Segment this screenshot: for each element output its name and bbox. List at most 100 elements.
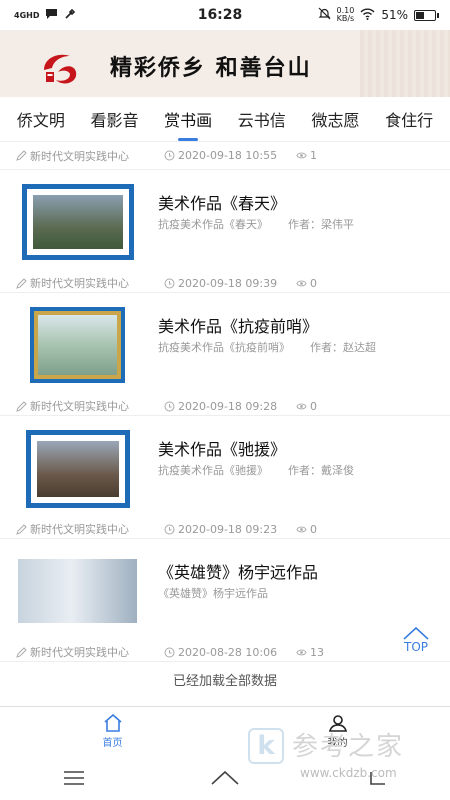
meta-date-text: 2020-08-28 10:06 (178, 645, 278, 659)
list-item-meta: 新时代文明实践中心 2020-09-18 10:55 1 (0, 142, 450, 170)
list-item[interactable]: 《英雄赞》杨宇远作品 《英雄赞》杨宇远作品 新时代文明实践中心 2020-08-… (0, 539, 450, 662)
message-icon (45, 8, 58, 23)
battery-icon (414, 9, 439, 21)
meta-source-text: 新时代文明实践中心 (30, 523, 129, 536)
clock-icon (164, 401, 175, 411)
edit-icon (16, 150, 27, 161)
item-author: 作者：梁伟平 (288, 218, 354, 231)
eye-icon (296, 526, 307, 532)
meta-views-text: 0 (310, 276, 317, 290)
meta-views: 1 (296, 149, 317, 162)
artwork-thumbnail[interactable] (30, 307, 125, 383)
list-item-meta: 新时代文明实践中心 2020-08-28 10:06 13 (0, 642, 450, 662)
list-item[interactable]: 美术作品《驰援》 抗疫美术作品《驰援》 作者：戴泽俊 新时代文明实践中心 2020… (0, 416, 450, 539)
clock-icon (164, 278, 175, 288)
list-item-meta: 新时代文明实践中心 2020-09-18 09:39 0 (0, 273, 450, 293)
list-item[interactable]: 美术作品《春天》 抗疫美术作品《春天》 作者：梁伟平 新时代文明实践中心 2020… (0, 170, 450, 293)
user-icon (328, 715, 347, 732)
category-tabs: 侨文明 看影音 赏书画 云书信 微志愿 食住行 (0, 97, 450, 142)
tab-shi-zhuxing[interactable]: 食住行 (383, 101, 435, 137)
item-author: 作者：赵达超 (310, 341, 376, 354)
item-desc: 抗疫美术作品《抗疫前哨》 (158, 341, 290, 354)
taishan-logo (44, 54, 77, 84)
banner-building-image (360, 30, 450, 97)
artwork-list: 新时代文明实践中心 2020-09-18 10:55 1 美术作品《春天》 抗疫… (0, 142, 450, 706)
chevron-up-icon (403, 626, 429, 640)
meta-date-text: 2020-09-18 09:28 (178, 399, 278, 413)
eye-icon (296, 152, 307, 159)
item-desc: 《英雄赞》杨宇远作品 (158, 587, 268, 600)
artwork-thumbnail[interactable] (22, 184, 134, 260)
status-right: 0.10 KB/s 51% (286, 7, 439, 23)
tab-kan-yingyin[interactable]: 看影音 (88, 101, 140, 137)
menu-icon[interactable] (63, 771, 85, 785)
top-label: TOP (403, 640, 428, 654)
meta-source: 新时代文明实践中心 (16, 148, 164, 164)
meta-date: 2020-09-18 10:55 (164, 149, 296, 162)
status-bar: 4GHD 16:28 0.10 KB/s 51% (0, 0, 450, 30)
wifi-icon (360, 8, 375, 23)
home-icon (103, 714, 122, 732)
mute-icon (318, 7, 331, 23)
load-all-text: 已经加载全部数据 (172, 674, 277, 689)
item-author: 作者：戴泽俊 (288, 464, 354, 477)
eye-icon (296, 280, 307, 286)
back-icon[interactable] (365, 770, 387, 786)
item-title[interactable]: 《英雄赞》杨宇远作品 (158, 559, 318, 583)
item-subtitle: 《英雄赞》杨宇远作品 (158, 585, 268, 601)
eye-icon (296, 649, 307, 655)
tab-qiao-wenming[interactable]: 侨文明 (15, 101, 67, 137)
tab-yun-shuxin[interactable]: 云书信 (236, 101, 288, 137)
meta-views-text: 0 (310, 522, 317, 536)
eye-icon (296, 403, 307, 409)
item-title[interactable]: 美术作品《抗疫前哨》 (158, 313, 318, 337)
clock-icon (164, 647, 175, 657)
meta-views-text: 1 (310, 149, 317, 162)
meta-source-text: 新时代文明实践中心 (30, 277, 129, 290)
battery-fill (416, 11, 425, 19)
meta-source-text: 新时代文明实践中心 (30, 646, 129, 659)
list-item-meta: 新时代文明实践中心 2020-09-18 09:28 0 (0, 396, 450, 416)
item-desc: 抗疫美术作品《驰援》 (158, 464, 268, 477)
meta-source-text: 新时代文明实践中心 (30, 400, 129, 413)
artwork-thumbnail[interactable] (18, 559, 137, 623)
nav-home[interactable]: 首页 (0, 707, 225, 756)
network-indicator: 4GHD (14, 10, 40, 20)
battery-percent: 51% (381, 8, 408, 22)
tab-shang-shuhua[interactable]: 赏书画 (162, 101, 214, 137)
tab-wei-zhiyuan[interactable]: 微志愿 (309, 101, 361, 137)
status-left: 4GHD (14, 8, 164, 23)
nav-mine[interactable]: 我的 (225, 707, 450, 756)
clock-icon (164, 524, 175, 534)
clock-icon (164, 150, 175, 161)
item-title[interactable]: 美术作品《驰援》 (158, 436, 286, 460)
banner: 精彩侨乡 和善台山 (0, 30, 450, 97)
item-subtitle: 抗疫美术作品《抗疫前哨》 作者：赵达超 (158, 339, 376, 355)
home-key-icon[interactable] (210, 770, 240, 786)
edit-icon (16, 400, 27, 412)
edit-icon (16, 277, 27, 289)
edit-icon (16, 523, 27, 535)
nav-home-label: 首页 (102, 738, 123, 749)
nav-mine-label: 我的 (327, 738, 348, 749)
meta-views-text: 13 (310, 645, 324, 659)
meta-date-text: 2020-09-18 09:23 (178, 522, 278, 536)
list-item-meta: 新时代文明实践中心 2020-09-18 09:23 0 (0, 519, 450, 539)
meta-source-text: 新时代文明实践中心 (30, 149, 129, 163)
back-to-top-button[interactable]: TOP (400, 626, 432, 654)
meta-date-text: 2020-09-18 10:55 (178, 149, 278, 162)
network-speed: 0.10 KB/s (337, 7, 355, 23)
banner-slogan: 精彩侨乡 和善台山 (110, 55, 312, 81)
bottom-nav: 首页 我的 (0, 706, 450, 756)
list-item[interactable]: 美术作品《抗疫前哨》 抗疫美术作品《抗疫前哨》 作者：赵达超 新时代文明实践中心 … (0, 293, 450, 416)
meta-views-text: 0 (310, 399, 317, 413)
edit-icon (16, 646, 27, 658)
item-subtitle: 抗疫美术作品《春天》 作者：梁伟平 (158, 216, 354, 232)
meta-date-text: 2020-09-18 09:39 (178, 276, 278, 290)
item-desc: 抗疫美术作品《春天》 (158, 218, 268, 231)
artwork-thumbnail[interactable] (26, 430, 130, 508)
item-title[interactable]: 美术作品《春天》 (158, 190, 286, 214)
status-time: 16:28 (197, 7, 243, 23)
system-nav-bar (0, 756, 450, 800)
item-subtitle: 抗疫美术作品《驰援》 作者：戴泽俊 (158, 462, 354, 478)
